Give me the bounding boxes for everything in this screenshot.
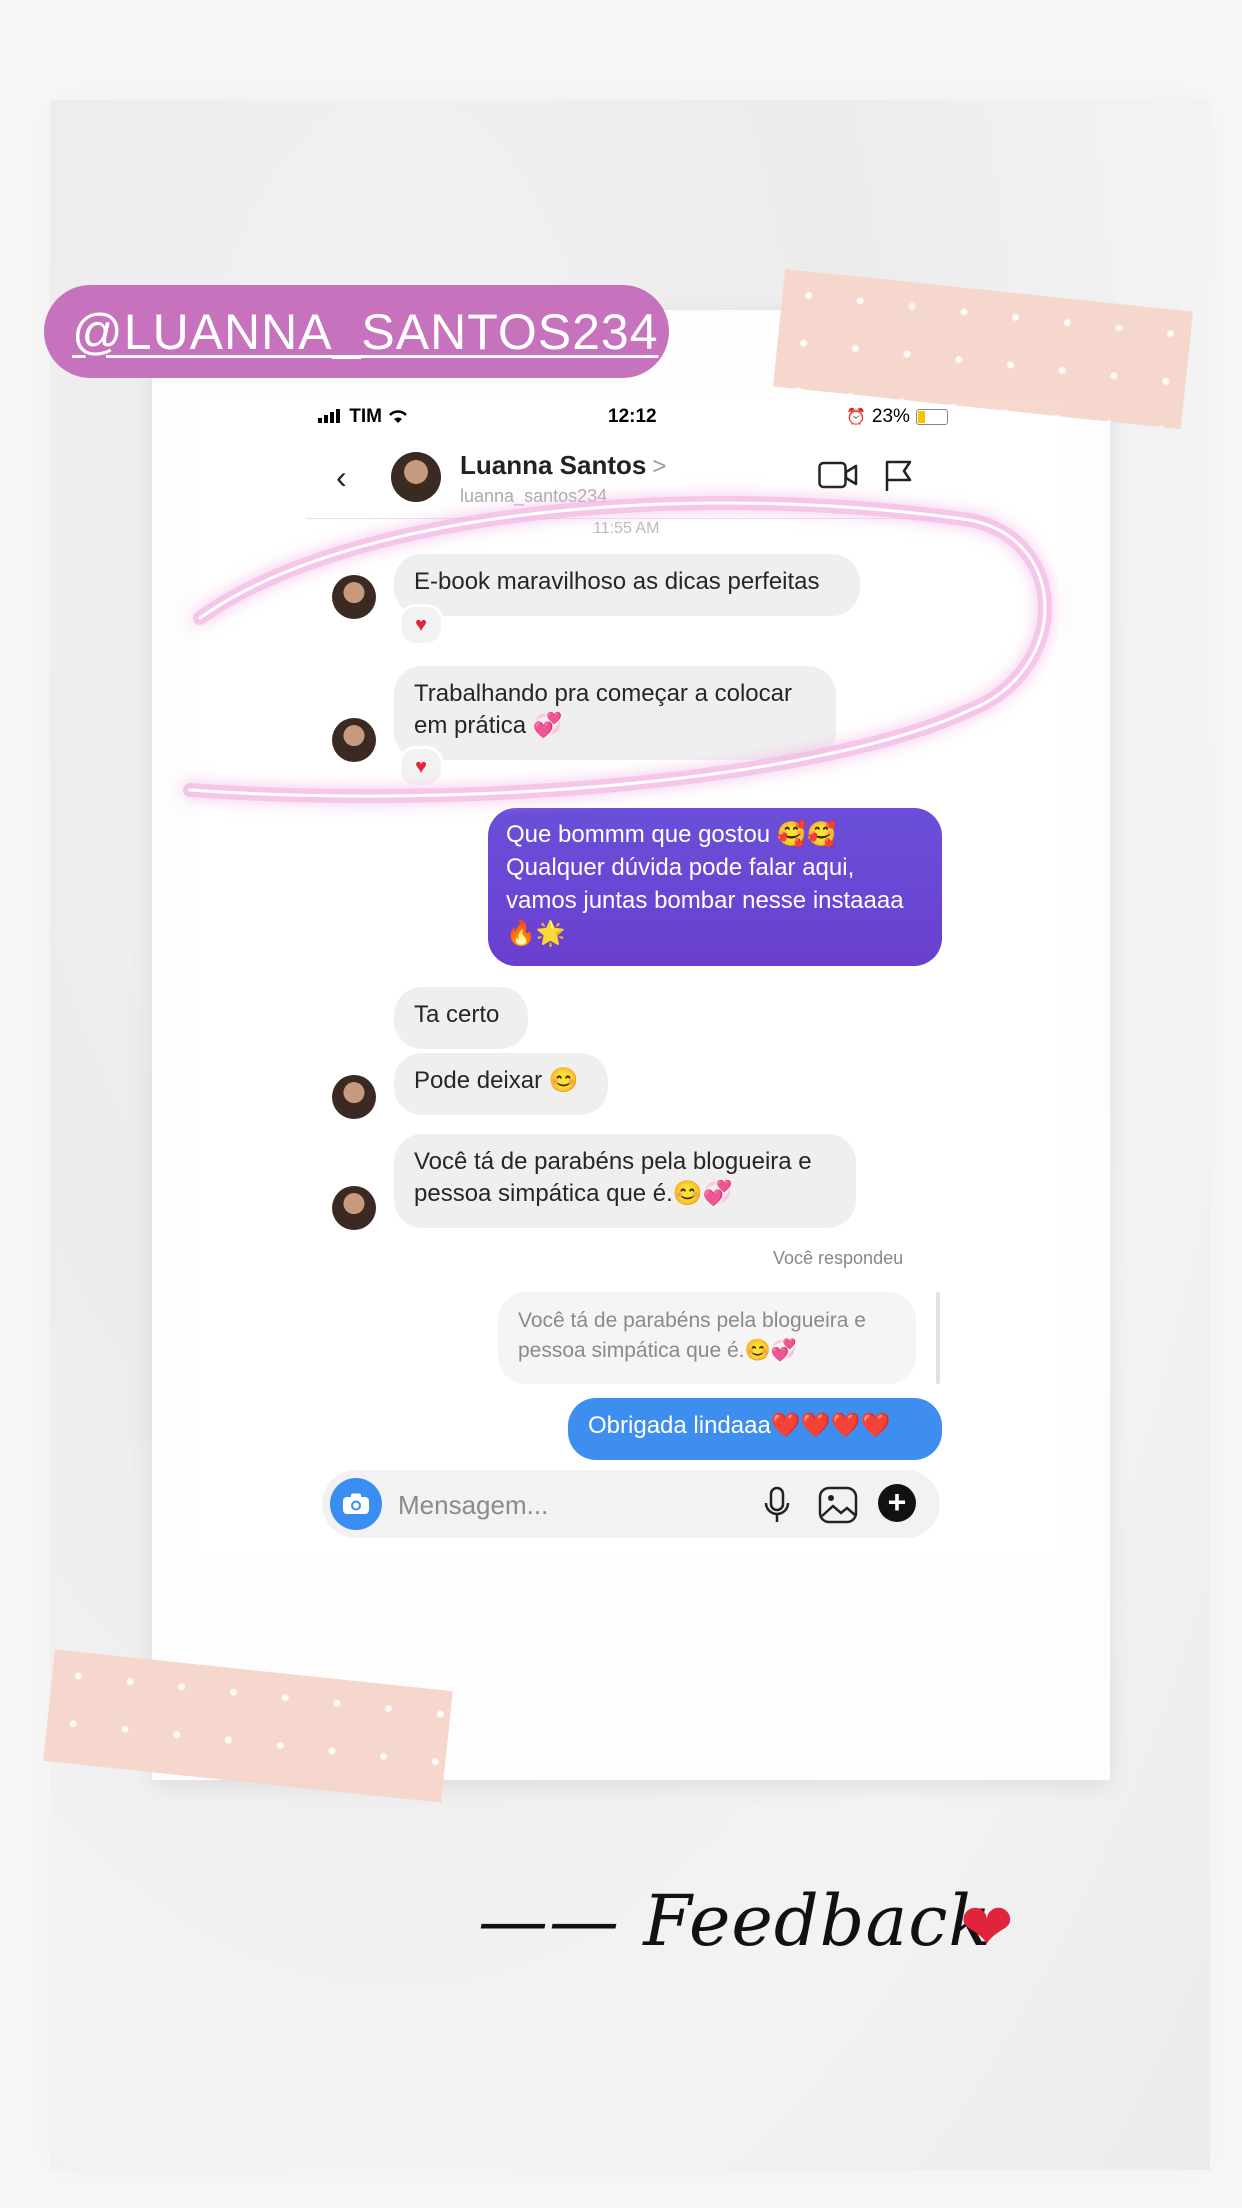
username-badge[interactable]: @LUANNA_SANTOS234 <box>44 285 669 378</box>
message-composer[interactable]: Mensagem... + <box>322 1470 940 1538</box>
feedback-caption: —— Feedback <box>478 1880 992 1962</box>
sender-avatar[interactable] <box>332 1075 376 1119</box>
signal-icon <box>318 409 340 423</box>
gallery-icon[interactable] <box>818 1486 858 1524</box>
quoted-message[interactable]: Você tá de parabéns pela blogueira e pes… <box>498 1292 916 1384</box>
message-input[interactable]: Mensagem... <box>398 1490 548 1521</box>
battery-percent: 23% <box>871 406 910 427</box>
alarm-icon: ⏰ <box>846 409 866 426</box>
clock: 12:12 <box>608 406 657 427</box>
received-message[interactable]: Você tá de parabéns pela blogueira e pes… <box>394 1134 856 1228</box>
username-mention[interactable]: @LUANNA_SANTOS234 <box>72 303 659 361</box>
heart-icon: ❤ <box>960 1891 1014 1963</box>
reply-indicator-bar <box>936 1292 940 1384</box>
camera-icon[interactable] <box>330 1478 382 1530</box>
battery-area: ⏰ 23% <box>846 406 948 428</box>
battery-icon <box>915 409 948 425</box>
you-replied-label: Você respondeu <box>773 1248 904 1268</box>
plus-icon[interactable]: + <box>878 1484 916 1522</box>
microphone-icon[interactable] <box>762 1486 792 1524</box>
received-message[interactable]: Ta certo <box>394 987 528 1049</box>
highlight-ellipse <box>183 496 1052 804</box>
sent-reply-message[interactable]: Obrigada lindaaa❤️❤️❤️❤️ <box>568 1398 942 1460</box>
sender-avatar[interactable] <box>332 1186 376 1230</box>
received-message[interactable]: Pode deixar 😊 <box>394 1053 608 1115</box>
status-bar: TIM 12:12 ⏰ 23% <box>198 400 1062 440</box>
carrier-area: TIM <box>318 406 409 428</box>
carrier-label: TIM <box>349 406 382 427</box>
wifi-icon <box>389 410 408 423</box>
